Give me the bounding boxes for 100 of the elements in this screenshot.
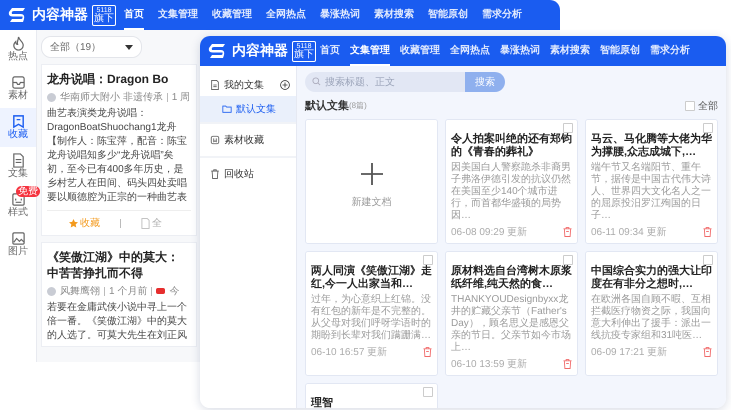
- free-badge: 免费: [16, 186, 40, 197]
- excerpt-line: 【制作人：陈宝萍，配音：陈宝: [47, 135, 188, 149]
- star-icon: [69, 218, 78, 228]
- excerpt-line: 要以顺德腔为正宗的一种曲艺表: [47, 191, 188, 205]
- add-icon[interactable]: [280, 80, 290, 90]
- document-icon: [141, 218, 150, 228]
- document-excerpt: 因美国白人警察跪杀非裔男子弗洛伊德引发的抗议仍然在美国至少140个城市进行，而首都华盛顿的局势因…: [451, 162, 572, 222]
- excerpt-line: 若要在金庸武侠小说中寻上一个: [47, 301, 188, 315]
- nav-tab[interactable]: 素材搜索: [374, 0, 414, 30]
- update-time: 06-09 17:21 更新: [591, 346, 668, 359]
- checkbox[interactable]: [703, 123, 713, 133]
- document-title: 原材料选自台湾树木原浆纸纤维,纯天然的食…: [451, 265, 572, 291]
- excerpt-line: 的人选了。可莫大先生在刘正风: [47, 329, 188, 343]
- article-meta: 今: [169, 285, 180, 298]
- checkbox[interactable]: [563, 123, 573, 133]
- image-icon: [10, 231, 26, 246]
- flame-icon: [10, 36, 26, 51]
- video-icon: [156, 288, 166, 294]
- nav-tab[interactable]: 素材搜索: [550, 36, 590, 66]
- article-meta: 1 周: [172, 91, 190, 104]
- folder-icon: [222, 104, 232, 114]
- document-card[interactable]: 中国综合实力的强大让印度在有非分之想时,… 在欧洲各国自顾不暇、互相拦截医疗物资之际，我国向意大利伸出了援手：派出一线抗疫专家组和31吨医… 06-09 17:21 更新: [585, 251, 718, 376]
- search-field[interactable]: 搜索标题、正文: [305, 72, 465, 92]
- sidebar-label: 素材: [8, 90, 28, 102]
- nav-tab[interactable]: 智能原创: [600, 36, 640, 66]
- document-title: 中国综合实力的强大让印度在有非分之想时,…: [591, 265, 712, 291]
- nav-tab[interactable]: 首页: [124, 0, 144, 30]
- sidebar-label: 图片: [8, 246, 28, 258]
- checkbox[interactable]: [423, 255, 433, 265]
- document-count: (8篇): [349, 100, 367, 111]
- trash-icon: [210, 169, 220, 179]
- inbox-icon: [10, 75, 26, 90]
- checkbox[interactable]: [423, 387, 433, 397]
- checkbox[interactable]: [685, 100, 695, 110]
- document-title: 理智: [311, 397, 334, 408]
- sidebar-item[interactable]: 图片: [0, 225, 36, 264]
- article-title: 龙舟说唱：Dragon Bo: [47, 71, 170, 87]
- nav-tab[interactable]: 需求分析: [482, 0, 522, 30]
- trash-icon[interactable]: [703, 227, 712, 237]
- document-card[interactable]: 令人拍案叫绝的还有郑钧的《青春的葬礼》 因美国白人警察跪杀非裔男子弗洛伊德引发的抗议仍然在美国至少140个城市进行，而首都华盛顿的局势因… 06-08 09:29 更新: [445, 119, 578, 244]
- excerpt-line: 倍一番。《笑傲江湖》中的莫大: [47, 315, 188, 329]
- nav-tab[interactable]: 暴涨热词: [320, 0, 360, 30]
- nav-tab[interactable]: 首页: [320, 36, 340, 66]
- caret-icon: [125, 44, 134, 50]
- trash-icon[interactable]: [563, 359, 572, 369]
- article-meta: 风舞鹰翎: [60, 284, 100, 298]
- select-all-label: 全部: [698, 100, 718, 112]
- trash-icon[interactable]: [703, 347, 712, 357]
- nav-tab[interactable]: 全网热点: [450, 36, 490, 66]
- checkbox[interactable]: [563, 255, 573, 265]
- sidebar-label: 样式: [8, 207, 28, 219]
- excerpt-line: DragonBoatShuochang1龙舟: [47, 121, 178, 135]
- filter-dropdown[interactable]: 全部（19）: [41, 36, 142, 58]
- document-excerpt: THANKYOUDesignbyxx龙井的贮藏父亲节（Father'sDay），顾名思义是感恩父亲的节日。父亲节如今市场上…: [451, 294, 572, 354]
- new-document-card[interactable]: 新建文档: [305, 119, 438, 244]
- article-card[interactable]: 《笑傲江湖》中的莫大： 中苦苦挣扎而不得 风舞鹰翎 1 个月前 今 若要在金庸武侠小说中寻上一个 倍一番。《笑傲江湖》中的莫大 的人选了。可莫大先生在刘正风: [41, 242, 197, 347]
- article-meta: 1 个月前: [109, 285, 148, 298]
- nav-tab[interactable]: 全网热点: [266, 0, 306, 30]
- nav-tab[interactable]: 需求分析: [650, 36, 690, 66]
- sidebar-item[interactable]: 文集: [0, 147, 36, 186]
- article-title: 《笑傲江湖》中的莫大：: [47, 249, 180, 265]
- sidebar-label: 文集: [8, 168, 28, 180]
- document-card[interactable]: 马云、马化腾等大佬为华为撑腰,众志成城下,… 端午节又名端阳节、重午节，据传是中国古代伟大诗人、世界四大文化名人之一的屈原投汨罗江殉国的日子… 06-11 09:34 更新: [585, 119, 718, 244]
- document-excerpt: 过年，为心意织上红锦。没有红包的新年是不完整的。从父母对我们呼呀学语时的期盼到长辈对我们蹒跚满…: [311, 294, 432, 342]
- nav-tab[interactable]: 暴涨热词: [500, 36, 540, 66]
- article-title: 中苦苦挣扎而不得: [47, 265, 144, 281]
- nav-tab[interactable]: 收藏管理: [212, 0, 252, 30]
- trash-icon[interactable]: [423, 347, 432, 357]
- sidebar-item[interactable]: 热点: [0, 30, 36, 69]
- article-meta: 华南师大附小 非遗传承: [60, 90, 163, 104]
- document-card[interactable]: 理智: [305, 383, 438, 408]
- new-document-label: 新建文档: [352, 196, 392, 209]
- document-excerpt: 端午节又名端阳节、重午节，据传是中国古代伟大诗人、世界四大文化名人之一的屈原投汨罗江殉国的日子…: [591, 162, 712, 222]
- nav-tab[interactable]: 智能原创: [428, 0, 468, 30]
- sidebar-label: 收藏: [8, 129, 28, 141]
- update-time: 06-10 13:59 更新: [451, 358, 528, 371]
- nav-tab[interactable]: 文集管理: [158, 0, 198, 30]
- update-time: 06-10 16:57 更新: [311, 346, 388, 359]
- sidebar-item[interactable]: 素材: [0, 69, 36, 108]
- document-excerpt: 在欧洲各国自顾不暇、互相拦截医疗物资之际，我国向意大利伸出了援手：派出一线抗疫专家组和31吨医…: [591, 294, 712, 342]
- plus-icon: [360, 163, 382, 185]
- document-icon: [210, 80, 220, 90]
- collection-item[interactable]: 默认文集: [200, 96, 296, 122]
- trash-icon[interactable]: [563, 227, 572, 237]
- nav-tab[interactable]: 收藏管理: [400, 36, 440, 66]
- avatar-icon: [47, 286, 56, 296]
- excerpt-line: 曲艺表演类龙舟说唱：: [47, 107, 148, 121]
- document-title: 令人拍案叫绝的还有郑钧的《青春的葬礼》: [451, 133, 572, 159]
- document-card[interactable]: 两人同演《笑傲江湖》走红,今一人出家当和… 过年，为心意织上红锦。没有红包的新年是不完整的。从父母对我们呼呀学语时的期盼到长辈对我们蹒跚满… 06-10 16:57 更新: [305, 251, 438, 376]
- document-icon: [10, 153, 26, 168]
- update-time: 06-11 09:34 更新: [591, 226, 666, 239]
- update-time: 06-08 09:29 更新: [451, 226, 528, 239]
- checkbox[interactable]: [703, 255, 713, 265]
- avatar-icon: [47, 92, 56, 102]
- sidebar-item[interactable]: 收藏: [0, 108, 36, 147]
- collection-title: 默认文集: [305, 98, 349, 113]
- logo-icon: [208, 43, 228, 59]
- document-title: 马云、马化腾等大佬为华为撑腰,众志成城下,…: [591, 133, 712, 159]
- section-title: 我的文集: [224, 78, 265, 92]
- document-card[interactable]: 原材料选自台湾树木原浆纸纤维,纯天然的食… THANKYOUDesignbyxx龙井的贮藏父亲节（Father'sDay），顾名思义是感恩父亲的节日。父亲节如今市场上… 06-10 13:59 更新: [445, 251, 578, 376]
